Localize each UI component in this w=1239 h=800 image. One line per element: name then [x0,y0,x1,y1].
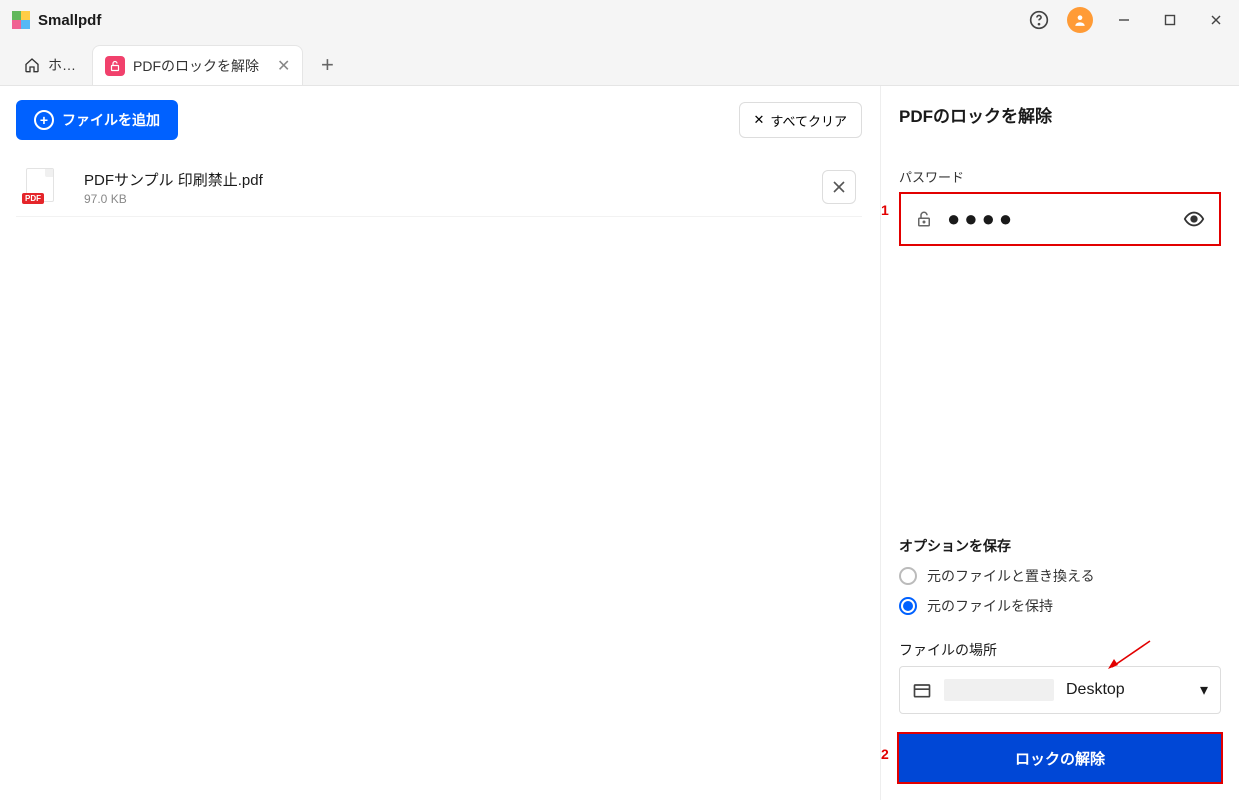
clear-all-button[interactable]: ✕ すべてクリア [739,102,862,138]
window-maximize-icon[interactable] [1147,0,1193,40]
location-label: ファイルの場所 [899,640,1221,660]
radio-label: 元のファイルを保持 [927,596,1053,616]
password-input[interactable]: ●●●● [899,192,1221,246]
window-close-icon[interactable] [1193,0,1239,40]
radio-label: 元のファイルと置き換える [927,566,1095,586]
file-list: PDF PDFサンプル 印刷禁止.pdf 97.0 KB [0,154,880,217]
unlock-button[interactable]: ロックの解除 [899,734,1221,782]
unlock-button-label: ロックの解除 [1015,751,1105,768]
unlock-icon [105,56,125,76]
password-label: パスワード [899,167,1221,186]
remove-file-button[interactable] [822,170,856,204]
annotation-arrow [1106,639,1152,671]
window-minimize-icon[interactable] [1101,0,1147,40]
help-icon[interactable] [1019,0,1059,40]
tab-close-icon[interactable]: ✕ [267,56,290,76]
location-selector[interactable]: Desktop ▾ [899,666,1221,714]
add-file-label: ファイルを追加 [62,110,160,130]
radio-icon [899,597,917,615]
location-path-redacted [944,679,1054,701]
tab-bar: ホ… PDFのロックを解除 ✕ + [0,40,1239,86]
avatar[interactable] [1067,7,1093,33]
lock-icon [915,210,933,228]
plus-circle-icon: + [34,110,54,130]
file-name: PDFサンプル 印刷禁止.pdf [84,169,263,190]
app-brand: Smallpdf [38,12,101,29]
left-pane: + ファイルを追加 ✕ すべてクリア PDF PDFサンプル 印刷禁止.pdf … [0,86,881,800]
annotation-1: 1 [881,202,889,218]
radio-replace-original[interactable]: 元のファイルと置き換える [899,566,1221,586]
clear-all-label: すべてクリア [770,111,847,130]
radio-icon [899,567,917,585]
tab-unlock-pdf[interactable]: PDFのロックを解除 ✕ [92,45,303,85]
app-logo [12,11,30,29]
main: + ファイルを追加 ✕ すべてクリア PDF PDFサンプル 印刷禁止.pdf … [0,86,1239,800]
save-options-heading: オプションを保存 [899,536,1221,556]
annotation-2: 2 [881,746,889,762]
right-panel: PDFのロックを解除 パスワード 1 ●●●● オプションを保存 元のファイルと… [881,86,1239,800]
file-row[interactable]: PDF PDFサンプル 印刷禁止.pdf 97.0 KB [16,158,862,217]
tab-home[interactable]: ホ… [12,45,88,85]
panel-title: PDFのロックを解除 [899,102,1221,127]
add-file-button[interactable]: + ファイルを追加 [16,100,178,140]
chevron-down-icon: ▾ [1200,680,1208,700]
radio-keep-original[interactable]: 元のファイルを保持 [899,596,1221,616]
file-size: 97.0 KB [84,192,263,206]
pdf-file-icon: PDF [22,168,60,206]
new-tab-button[interactable]: + [307,45,347,85]
close-icon: ✕ [754,112,765,128]
tab-label: PDFのロックを解除 [133,56,259,76]
toggle-visibility-icon[interactable] [1183,208,1205,230]
toolbar: + ファイルを追加 ✕ すべてクリア [0,86,880,154]
titlebar: Smallpdf [0,0,1239,40]
location-value: Desktop [1066,681,1125,699]
folder-icon [912,680,932,700]
home-icon [24,56,40,74]
password-value: ●●●● [947,206,1016,232]
tab-home-label: ホ… [48,55,76,75]
